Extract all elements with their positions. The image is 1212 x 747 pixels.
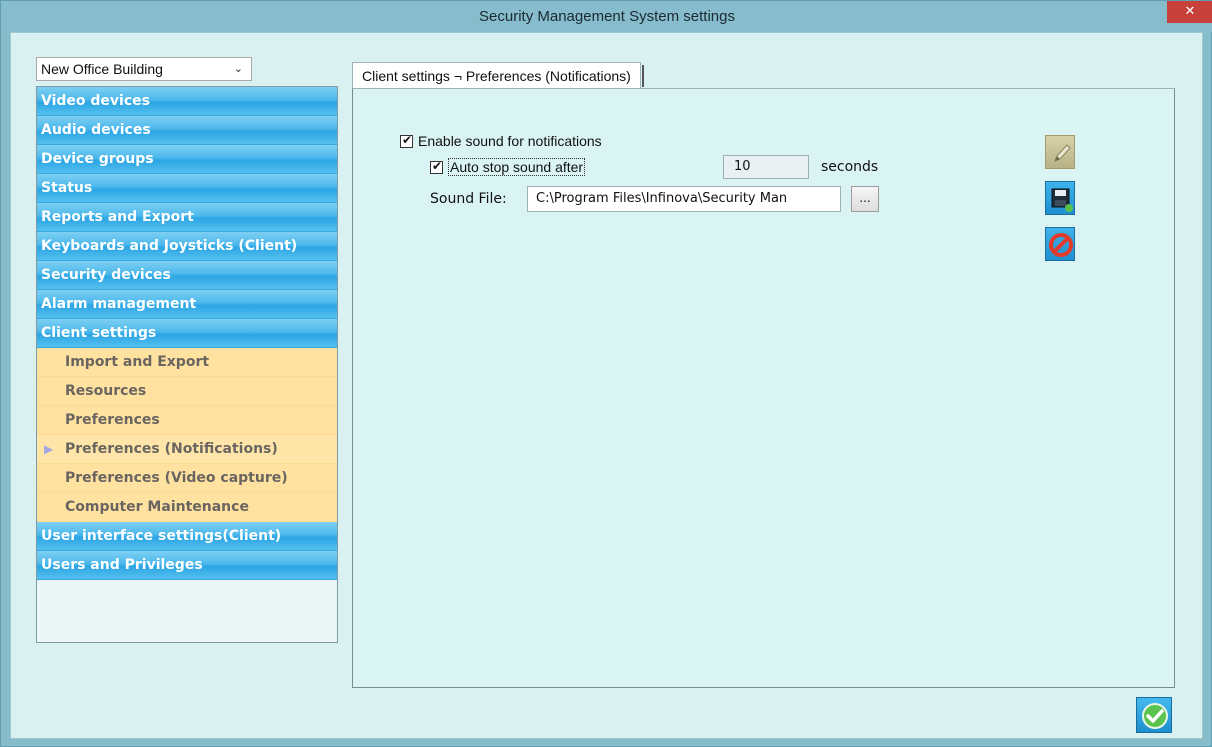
nav-item-ui-settings[interactable]: User interface settings(Client) [37, 522, 337, 551]
nav-item-security-devices[interactable]: Security devices [37, 261, 337, 290]
nav-item-keyboards-joysticks[interactable]: Keyboards and Joysticks (Client) [37, 232, 337, 261]
tab-preferences-notifications[interactable]: Client settings ¬ Preferences (Notificat… [352, 62, 644, 88]
browse-button[interactable]: ... [851, 186, 879, 212]
save-button[interactable] [1045, 181, 1075, 215]
sub-item-import-export[interactable]: Import and Export [37, 348, 337, 377]
seconds-label: seconds [821, 159, 879, 175]
cancel-button[interactable] [1045, 227, 1075, 261]
auto-stop-checkbox[interactable] [430, 159, 443, 174]
nav-item-reports-export[interactable]: Reports and Export [37, 203, 337, 232]
sub-item-preferences-video-capture[interactable]: Preferences (Video capture) [37, 464, 337, 493]
settings-tree: Video devices Audio devices Device group… [36, 86, 338, 643]
sub-item-preferences[interactable]: Preferences [37, 406, 337, 435]
nav-item-users-privileges[interactable]: Users and Privileges [37, 551, 337, 580]
sound-file-label: Sound File: [430, 191, 507, 207]
nav-item-status[interactable]: Status [37, 174, 337, 203]
chevron-down-icon: ⌄ [233, 63, 243, 75]
nav-item-alarm-management[interactable]: Alarm management [37, 290, 337, 319]
checkmark-icon [1142, 703, 1168, 729]
nav-item-client-settings[interactable]: Client settings [37, 319, 337, 348]
edit-button[interactable] [1045, 135, 1075, 169]
selected-arrow-icon: ▶ [44, 442, 54, 456]
save-icon [1051, 188, 1073, 212]
enable-sound-checkbox[interactable] [400, 133, 413, 148]
client-area: New Office Building ⌄ Video devices Audi… [10, 32, 1203, 739]
nav-item-audio-devices[interactable]: Audio devices [37, 116, 337, 145]
window-title: Security Management System settings [479, 8, 735, 25]
settings-panel: Enable sound for notifications Auto stop… [352, 88, 1175, 688]
enable-sound-label: Enable sound for notifications [418, 133, 602, 149]
auto-stop-label: Auto stop sound after [448, 158, 586, 176]
pencil-icon [1054, 144, 1071, 162]
building-select[interactable]: New Office Building ⌄ [36, 57, 252, 81]
title-bar: Security Management System settings ✕ [1, 1, 1212, 32]
auto-stop-row[interactable]: Auto stop sound after [430, 158, 586, 176]
sound-file-input[interactable]: C:\Program Files\Infinova\Security Man [527, 186, 841, 212]
sub-item-computer-maintenance[interactable]: Computer Maintenance [37, 493, 337, 522]
auto-stop-seconds-input[interactable]: 10 [723, 155, 809, 179]
sub-item-label: Preferences (Notifications) [65, 441, 278, 457]
enable-sound-row[interactable]: Enable sound for notifications [400, 133, 602, 149]
sub-item-preferences-notifications[interactable]: ▶ Preferences (Notifications) [37, 435, 337, 464]
nav-item-device-groups[interactable]: Device groups [37, 145, 337, 174]
ok-button[interactable] [1136, 697, 1172, 733]
nav-item-video-devices[interactable]: Video devices [37, 87, 337, 116]
building-select-value: New Office Building [41, 61, 163, 77]
cancel-icon [1049, 233, 1073, 257]
close-button[interactable]: ✕ [1167, 1, 1212, 23]
settings-window: Security Management System settings ✕ Ne… [0, 0, 1212, 747]
sub-item-resources[interactable]: Resources [37, 377, 337, 406]
